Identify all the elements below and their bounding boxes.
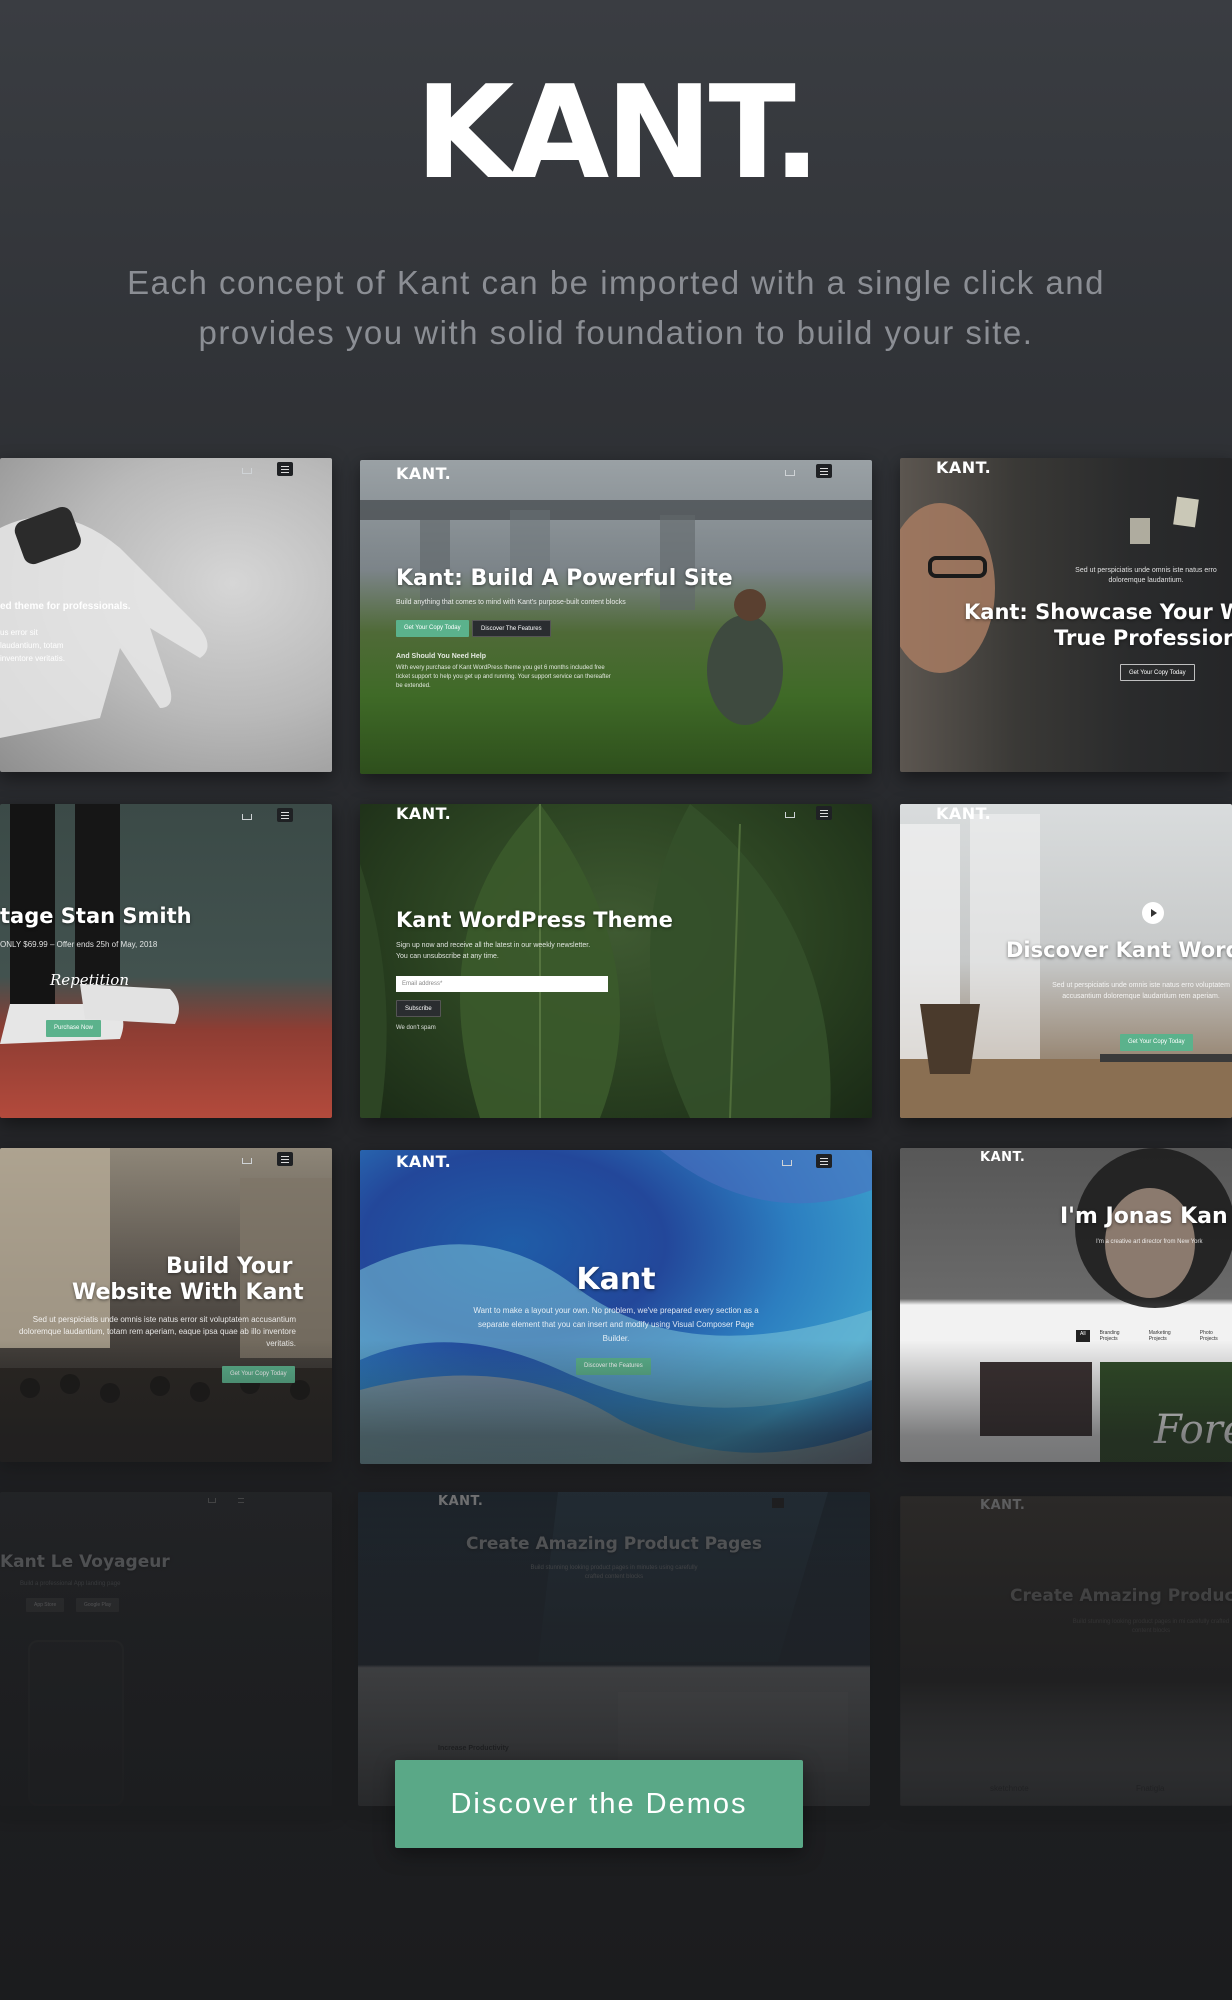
menu-icon[interactable] [816, 464, 832, 478]
footer-logo-fnatigla: Fnatigla [1136, 1784, 1165, 1793]
purchase-now-button[interactable]: Purchase Now [46, 1020, 102, 1037]
filter-branding[interactable]: Branding Projects [1100, 1330, 1139, 1342]
menu-icon[interactable] [277, 462, 293, 476]
footer-logo-sketchnote: sketchnote [990, 1784, 1029, 1793]
menu-icon[interactable] [816, 806, 832, 820]
discover-demos-button[interactable]: Discover the Demos [395, 1760, 803, 1848]
demo-text: Build a professional App landing page [20, 1581, 121, 1587]
demo-heading: Discover Kant Word [1006, 938, 1232, 962]
subscribe-button[interactable]: Subscribe [396, 1000, 441, 1017]
menu-icon[interactable] [238, 1498, 244, 1503]
demo-text: Sign up now and receive all the latest i… [396, 942, 591, 960]
cart-icon[interactable] [785, 812, 795, 818]
phone-mockup [28, 1640, 124, 1806]
get-copy-button[interactable]: Get Your Copy Today [222, 1366, 295, 1383]
cart-icon[interactable] [208, 1498, 216, 1503]
menu-icon[interactable] [772, 1498, 784, 1508]
demo-heading: Build Your [166, 1254, 293, 1279]
demo-heading: Kant WordPress Theme [396, 908, 673, 932]
demo-text: I'm a creative art director from New Yor… [1096, 1239, 1203, 1245]
demo-brand: KANT. [438, 1494, 484, 1509]
app-store-button[interactable]: App Store [26, 1598, 65, 1612]
demo-text: Build anything that comes to mind with K… [396, 599, 626, 606]
demo-thumb-stan-smith[interactable]: tage Stan Smith ONLY $69.99 – Offer ends… [0, 804, 332, 1118]
get-copy-button[interactable]: Get Your Copy Today [1120, 664, 1195, 681]
portfolio-filters: All Branding Projects Marketing Projects… [1076, 1330, 1232, 1342]
demo-heading: Kant: Build A Powerful Site [396, 566, 733, 591]
cart-icon[interactable] [242, 1158, 252, 1164]
demo-text: Sed ut perspiciatis unde omnis iste natu… [1052, 982, 1230, 1000]
demo-brand: KANT. [980, 1150, 1026, 1165]
cart-icon[interactable] [242, 814, 252, 820]
menu-icon[interactable] [277, 808, 293, 822]
demo-thumb-voyageur[interactable]: Kant Le Voyageur Build a professional Ap… [0, 1492, 332, 1806]
play-icon[interactable] [1142, 902, 1164, 924]
demo-thumb-jonas[interactable]: KANT. I'm Jonas Kan I'm a creative art d… [900, 1148, 1232, 1462]
fore-script-text: Fore [1154, 1407, 1232, 1453]
tagline-line-1: Each concept of Kant can be imported wit… [127, 264, 1105, 301]
hero-section: KANT. Each concept of Kant can be import… [0, 0, 1232, 440]
cart-icon[interactable] [242, 468, 252, 474]
demo-brand: KANT. [980, 1498, 1026, 1513]
demo-subheading: Increase Productivity [438, 1745, 509, 1752]
demo-thumb-product-pages-2[interactable]: KANT. Create Amazing Produc Build stunni… [900, 1496, 1232, 1806]
demo-text: Build stunning looking product pages in … [530, 1565, 698, 1580]
demo-thumb-kant-fluid[interactable]: KANT. Kant Want to make a layout your ow… [360, 1150, 872, 1464]
demo-brand: KANT. [936, 804, 992, 823]
demo-brand: KANT. [396, 804, 452, 823]
demo-heading: Kant Le Voyageur [0, 1552, 170, 1572]
demo-heading: tage Stan Smith [0, 904, 192, 928]
demo-thumb-showcase[interactable]: KANT. Sed ut perspiciatis unde omnis ist… [900, 458, 1232, 772]
demo-heading: I'm Jonas Kan [1060, 1204, 1228, 1229]
kant-logo: KANT. [415, 59, 821, 208]
get-copy-button[interactable]: Get Your Copy Today [396, 620, 469, 637]
demo-heading: Kant: Showcase Your W [964, 600, 1232, 624]
demo-thumb-powerful-site[interactable]: KANT. Kant: Build A Powerful Site Build … [360, 460, 872, 774]
demo-subtext: us error sit laudantium, totam inventore… [0, 628, 65, 663]
tagline-line-2: provides you with solid foundation to bu… [198, 314, 1034, 351]
demo-text: Sed ut perspiciatis unde omnis iste natu… [1075, 567, 1217, 584]
menu-icon[interactable] [277, 1152, 293, 1166]
discover-features-button[interactable]: Discover the Features [576, 1358, 651, 1375]
demo-heading: Create Amazing Product Pages [466, 1534, 762, 1554]
filter-all[interactable]: All [1076, 1330, 1090, 1342]
demo-text: Build stunning looking product pages in … [1072, 1619, 1230, 1634]
demo-text: Want to make a layout your own. No probl… [473, 1306, 759, 1343]
filter-marketing[interactable]: Marketing Projects [1149, 1330, 1190, 1342]
demo-thumb-watch[interactable]: ed theme for professionals. us error sit… [0, 458, 332, 772]
email-input[interactable]: Email address* [396, 976, 608, 992]
menu-icon[interactable] [816, 1154, 832, 1168]
demo-subtext: We don't spam [396, 1025, 436, 1031]
filter-photo[interactable]: Photo Projects [1200, 1330, 1232, 1342]
demo-thumb-build-website[interactable]: Build Your Website With Kant Sed ut pers… [0, 1148, 332, 1462]
discover-features-button[interactable]: Discover The Features [472, 620, 551, 637]
demo-text: ed theme for professionals. [0, 601, 131, 612]
demo-text: ONLY $69.99 – Offer ends 25h of May, 201… [0, 940, 158, 949]
demo-text: Sed ut perspiciatis unde omnis iste natu… [18, 1315, 296, 1348]
cart-icon[interactable] [785, 470, 795, 476]
demo-heading: Create Amazing Produc [1010, 1586, 1232, 1606]
demo-brand: KANT. [396, 464, 452, 483]
hero-tagline: Each concept of Kant can be imported wit… [100, 258, 1132, 358]
google-play-button[interactable]: Google Play [76, 1598, 120, 1612]
demo-heading: Kant [576, 1262, 656, 1297]
city-crowd-illustration [0, 1148, 332, 1462]
repetition-logo-text: Repetition [50, 971, 129, 989]
demo-brand: KANT. [936, 458, 992, 477]
demo-thumb-product-pages[interactable]: KANT. Create Amazing Product Pages Build… [358, 1492, 870, 1806]
demo-thumb-wordpress-theme[interactable]: KANT. Kant WordPress Theme Sign up now a… [360, 804, 872, 1118]
hand-watch-illustration [0, 506, 208, 738]
sneakers-illustration [0, 804, 179, 1044]
park-scene-illustration [360, 500, 872, 725]
demo-heading-line-2: True Profession [1054, 626, 1232, 650]
demo-brand: KANT. [396, 1152, 452, 1171]
cart-icon[interactable] [782, 1160, 792, 1166]
demo-thumb-discover-word[interactable]: KANT. Discover Kant Word Sed ut perspici… [900, 804, 1232, 1118]
demo-subtext: With every purchase of Kant WordPress th… [396, 665, 611, 689]
get-copy-button[interactable]: Get Your Copy Today [1120, 1034, 1193, 1051]
demo-grid: ed theme for professionals. us error sit… [0, 458, 1232, 1818]
demo-heading-line-2: Website With Kant [72, 1280, 304, 1305]
demo-subheading: And Should You Need Help [396, 653, 486, 660]
